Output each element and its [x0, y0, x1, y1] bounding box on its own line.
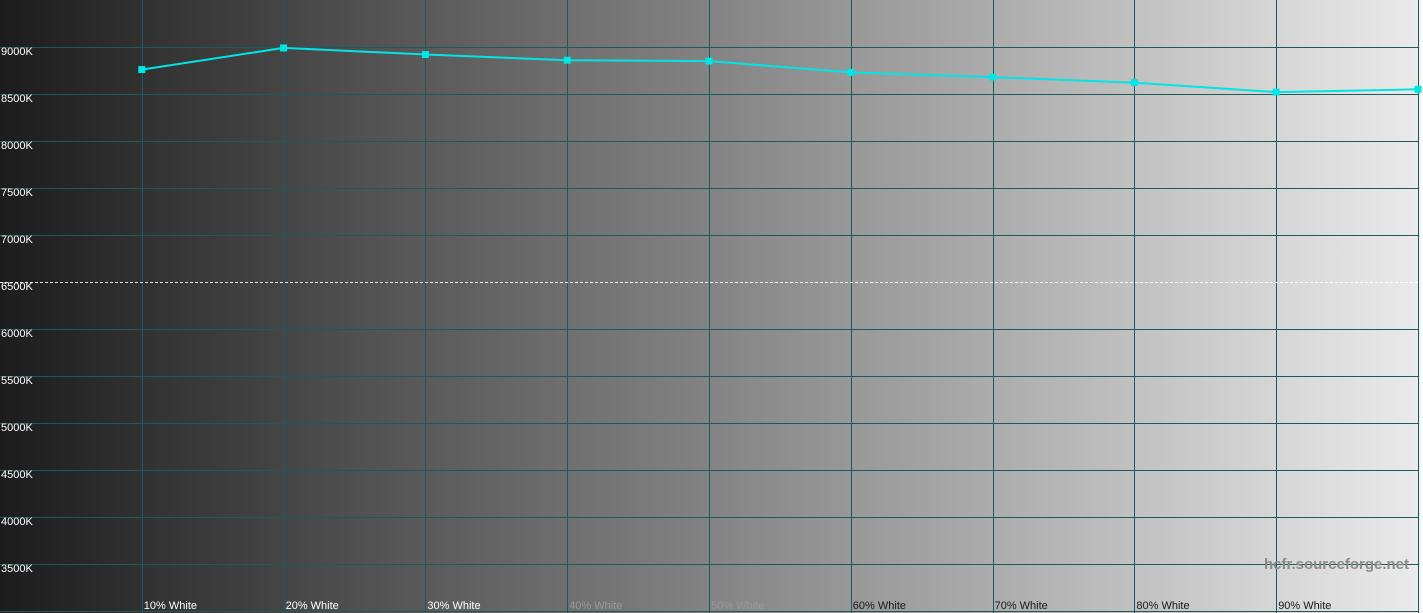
data-point	[563, 56, 571, 64]
y-tick-label: 4000K	[1, 516, 33, 528]
y-tick-label: 9000K	[1, 46, 33, 58]
background-band	[709, 0, 852, 613]
x-tick-label: 90% White	[1278, 600, 1331, 612]
x-tick-label: 40% White	[569, 600, 622, 612]
x-tick-label: 70% White	[995, 600, 1048, 612]
data-point	[989, 73, 997, 81]
x-tick-label: 20% White	[286, 600, 339, 612]
x-tick-label: 80% White	[1136, 600, 1189, 612]
data-point	[138, 66, 146, 74]
data-point	[705, 57, 713, 65]
y-tick-label: 8000K	[1, 140, 33, 152]
x-tick-label: 30% White	[427, 600, 480, 612]
y-tick-label: 7000K	[1, 234, 33, 246]
background-band	[1134, 0, 1277, 613]
data-point	[421, 51, 429, 59]
y-tick-label: 3500K	[1, 563, 33, 575]
background-band	[425, 0, 568, 613]
y-tick-label: 6000K	[1, 328, 33, 340]
y-tick-label: 8500K	[1, 93, 33, 105]
y-tick-label: 5500K	[1, 375, 33, 387]
chart-plot: 3500K 4000K 4500K 5000K 5500K 6000K 6500K 7000K…	[0, 0, 1423, 613]
data-point	[1414, 85, 1422, 93]
background-band	[141, 0, 285, 613]
y-tick-label: 6500K	[1, 281, 33, 293]
x-tick-label: 10% White	[144, 600, 197, 612]
watermark: hcfr.sourceforge.net	[1263, 556, 1409, 573]
data-point	[1272, 88, 1280, 96]
x-tick-label: 50% White	[711, 600, 764, 612]
data-point	[1130, 79, 1138, 87]
background-band	[992, 0, 1135, 613]
y-tick-label: 7500K	[1, 187, 33, 199]
y-tick-label: 4500K	[1, 469, 33, 481]
x-tick-label: 60% White	[853, 600, 906, 612]
temperature-chart: 3500K 4000K 4500K 5000K 5500K 6000K 6500K 7000K…	[0, 0, 1423, 613]
background-band	[283, 0, 426, 613]
background-band	[850, 0, 994, 613]
y-tick-label: 5000K	[1, 422, 33, 434]
data-point	[280, 44, 288, 52]
background-band	[567, 0, 710, 613]
data-point	[847, 68, 855, 76]
